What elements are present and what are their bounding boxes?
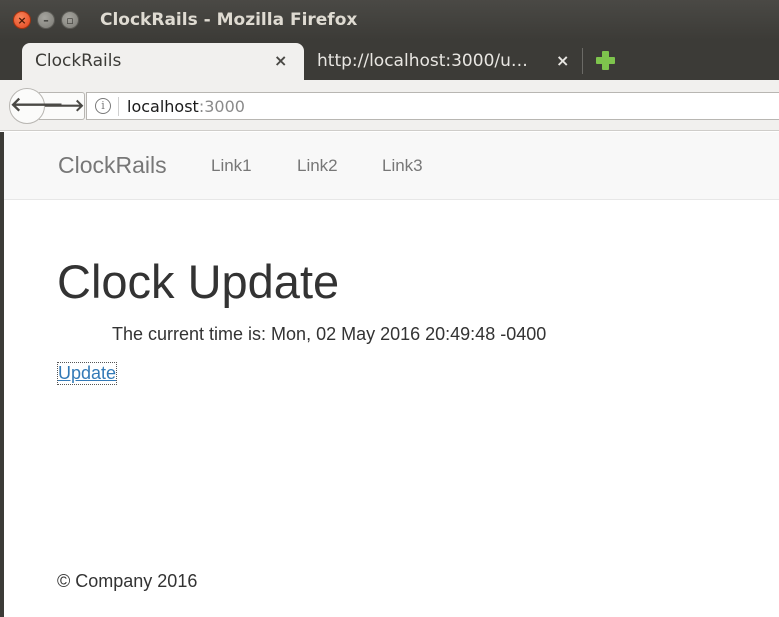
url-text[interactable]: localhost:3000 (127, 97, 245, 116)
window-close-icon[interactable]: × (13, 11, 31, 29)
current-time-text: The current time is: Mon, 02 May 2016 20… (112, 324, 547, 344)
tab-strip: ClockRails × http://localhost:3000/u… × (0, 40, 779, 80)
browser-navbar: 🡒 🡐 i localhost:3000 (0, 80, 779, 131)
update-link[interactable]: Update (56, 362, 118, 385)
back-arrow-icon[interactable]: 🡐 (9, 88, 64, 124)
page-title: Clock Update (57, 255, 340, 308)
window-minimize-icon[interactable]: – (37, 11, 55, 29)
nav-link-3[interactable]: Link3 (382, 156, 423, 176)
tab-clockrails[interactable]: ClockRails × (22, 43, 304, 80)
url-host: localhost (127, 97, 199, 116)
site-brand-link[interactable]: ClockRails (58, 152, 167, 179)
window-title: ClockRails - Mozilla Firefox (100, 10, 358, 30)
new-tab-plus-icon[interactable] (593, 48, 619, 74)
url-divider (118, 97, 119, 116)
nav-link-1[interactable]: Link1 (211, 156, 252, 176)
site-info-icon[interactable]: i (95, 98, 111, 114)
tab-label: http://localhost:3000/u… (317, 51, 528, 71)
page-content: ClockRails Link1 Link2 Link3 Clock Updat… (4, 132, 779, 617)
tab-localhost-update[interactable]: http://localhost:3000/u… × (304, 43, 580, 80)
tab-separator (582, 48, 583, 74)
nav-link-2[interactable]: Link2 (297, 156, 338, 176)
url-bar[interactable]: i localhost:3000 (86, 92, 779, 120)
tab-close-icon[interactable]: × (274, 51, 287, 71)
window-titlebar: × – ▫ ClockRails - Mozilla Firefox (0, 0, 779, 40)
footer-copyright: © Company 2016 (57, 571, 198, 591)
site-navbar: ClockRails Link1 Link2 Link3 (4, 132, 779, 200)
nav-buttons: 🡒 🡐 (9, 88, 86, 124)
window-maximize-icon[interactable]: ▫ (61, 11, 79, 29)
tab-label: ClockRails (35, 51, 122, 71)
url-port: :3000 (198, 97, 245, 116)
tab-close-icon[interactable]: × (556, 51, 569, 71)
